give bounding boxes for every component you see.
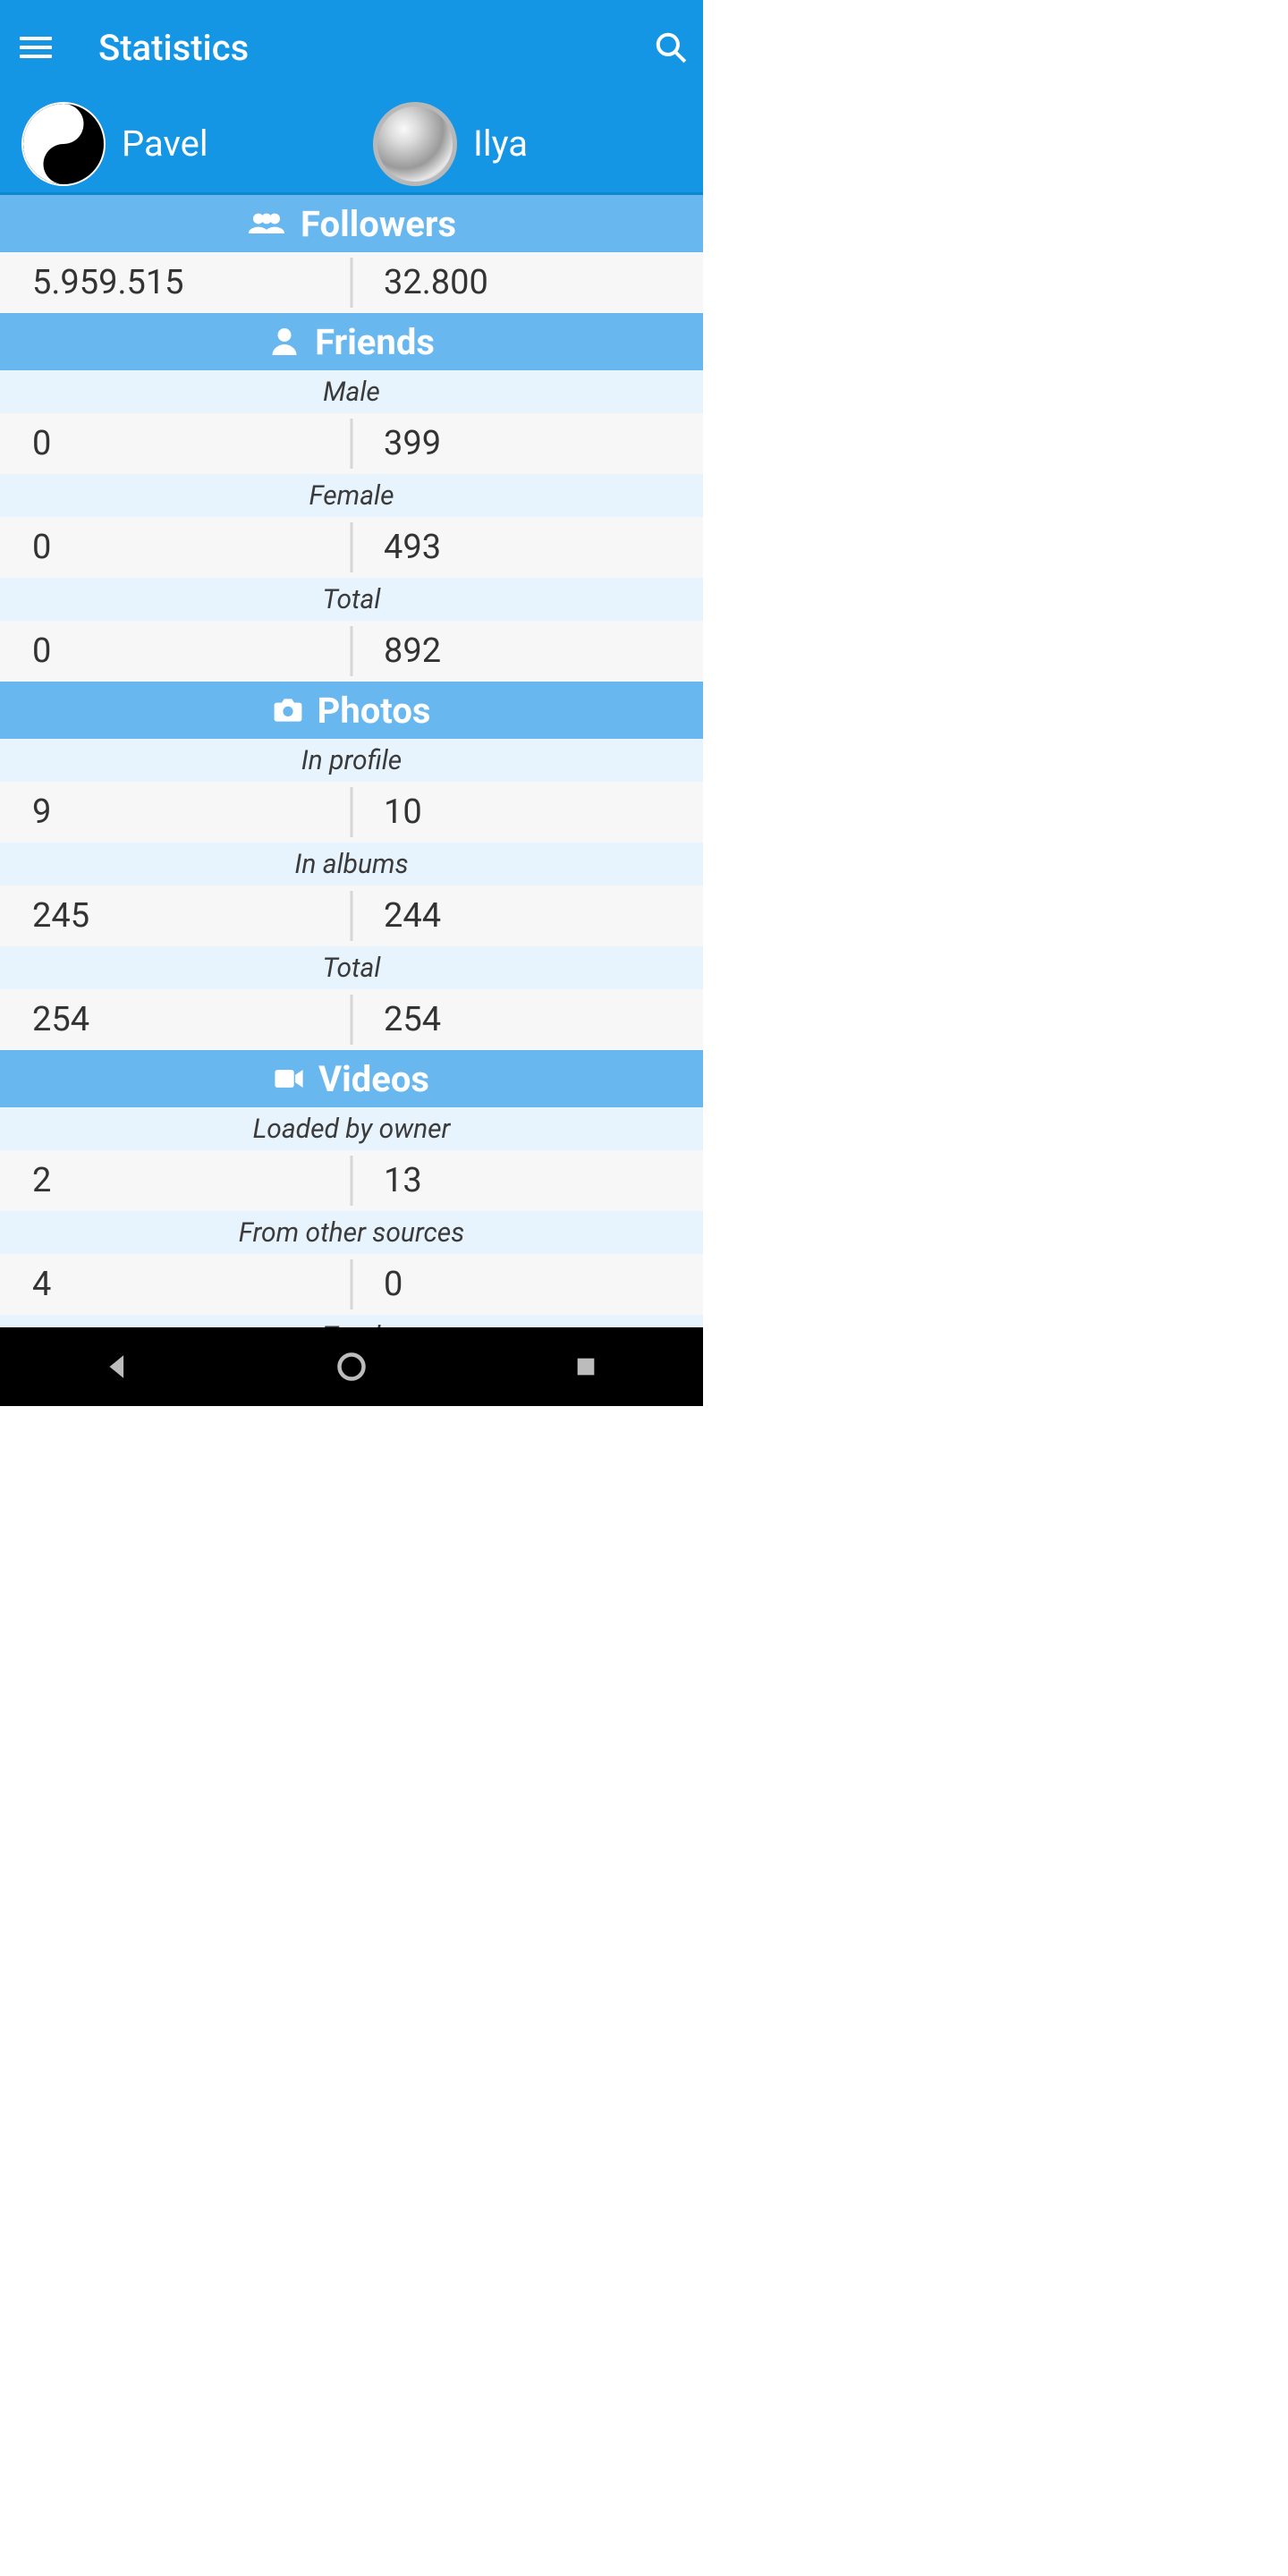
friends-icon — [268, 326, 301, 358]
section-friends: Friends — [0, 313, 703, 370]
sub-friends-male: Male — [0, 370, 703, 413]
section-photos-label: Photos — [318, 690, 431, 732]
photos-total-right: 254 — [352, 989, 703, 1050]
videos-owner-left: 2 — [0, 1150, 352, 1211]
row-photos-total: 254 254 — [0, 989, 703, 1050]
sub-photos-profile: In profile — [0, 739, 703, 782]
page-title: Statistics — [98, 27, 653, 69]
sub-videos-other: From other sources — [0, 1211, 703, 1254]
section-photos: Photos — [0, 682, 703, 739]
sub-videos-owner: Loaded by owner — [0, 1107, 703, 1150]
user-name-right: Ilya — [473, 123, 528, 165]
user-tab-right[interactable]: Ilya — [352, 95, 703, 192]
avatar-left — [21, 102, 106, 186]
row-followers: 5.959.515 32.800 — [0, 252, 703, 313]
user-name-left: Pavel — [122, 123, 208, 165]
sub-friends-total: Total — [0, 578, 703, 621]
friends-female-left: 0 — [0, 517, 352, 578]
row-photos-profile: 9 10 — [0, 782, 703, 843]
videos-other-right: 0 — [352, 1254, 703, 1315]
friends-male-left: 0 — [0, 413, 352, 474]
navbar — [0, 1327, 703, 1406]
videos-owner-right: 13 — [352, 1150, 703, 1211]
menu-icon[interactable] — [20, 30, 55, 65]
friends-total-left: 0 — [0, 621, 352, 682]
section-videos: Videos — [0, 1050, 703, 1107]
sub-photos-total: Total — [0, 946, 703, 989]
nav-recent-icon[interactable] — [564, 1345, 607, 1388]
content[interactable]: Followers 5.959.515 32.800 Friends Male … — [0, 195, 703, 1327]
sub-videos-total: Total — [0, 1315, 703, 1327]
followers-left: 5.959.515 — [0, 252, 352, 313]
photos-icon — [273, 698, 303, 723]
row-friends-male: 0 399 — [0, 413, 703, 474]
appbar: Statistics Pavel — [0, 0, 703, 195]
followers-icon — [247, 212, 286, 235]
row-videos-other: 4 0 — [0, 1254, 703, 1315]
row-friends-female: 0 493 — [0, 517, 703, 578]
sub-photos-albums: In albums — [0, 843, 703, 886]
sub-friends-female: Female — [0, 474, 703, 517]
friends-male-right: 399 — [352, 413, 703, 474]
avatar-right — [373, 102, 457, 186]
photos-total-left: 254 — [0, 989, 352, 1050]
section-videos-label: Videos — [318, 1058, 429, 1100]
photos-albums-right: 244 — [352, 886, 703, 946]
row-videos-owner: 2 13 — [0, 1150, 703, 1211]
photos-profile-right: 10 — [352, 782, 703, 843]
friends-total-right: 892 — [352, 621, 703, 682]
user-tab-left[interactable]: Pavel — [0, 95, 352, 192]
friends-female-right: 493 — [352, 517, 703, 578]
nav-home-icon[interactable] — [330, 1345, 373, 1388]
nav-back-icon[interactable] — [96, 1345, 139, 1388]
photos-profile-left: 9 — [0, 782, 352, 843]
search-icon[interactable] — [653, 30, 689, 65]
section-friends-label: Friends — [315, 321, 435, 363]
section-followers-label: Followers — [301, 203, 456, 245]
followers-right: 32.800 — [352, 252, 703, 313]
row-friends-total: 0 892 — [0, 621, 703, 682]
videos-other-left: 4 — [0, 1254, 352, 1315]
photos-albums-left: 245 — [0, 886, 352, 946]
section-followers: Followers — [0, 195, 703, 252]
row-photos-albums: 245 244 — [0, 886, 703, 946]
videos-icon — [274, 1068, 304, 1089]
